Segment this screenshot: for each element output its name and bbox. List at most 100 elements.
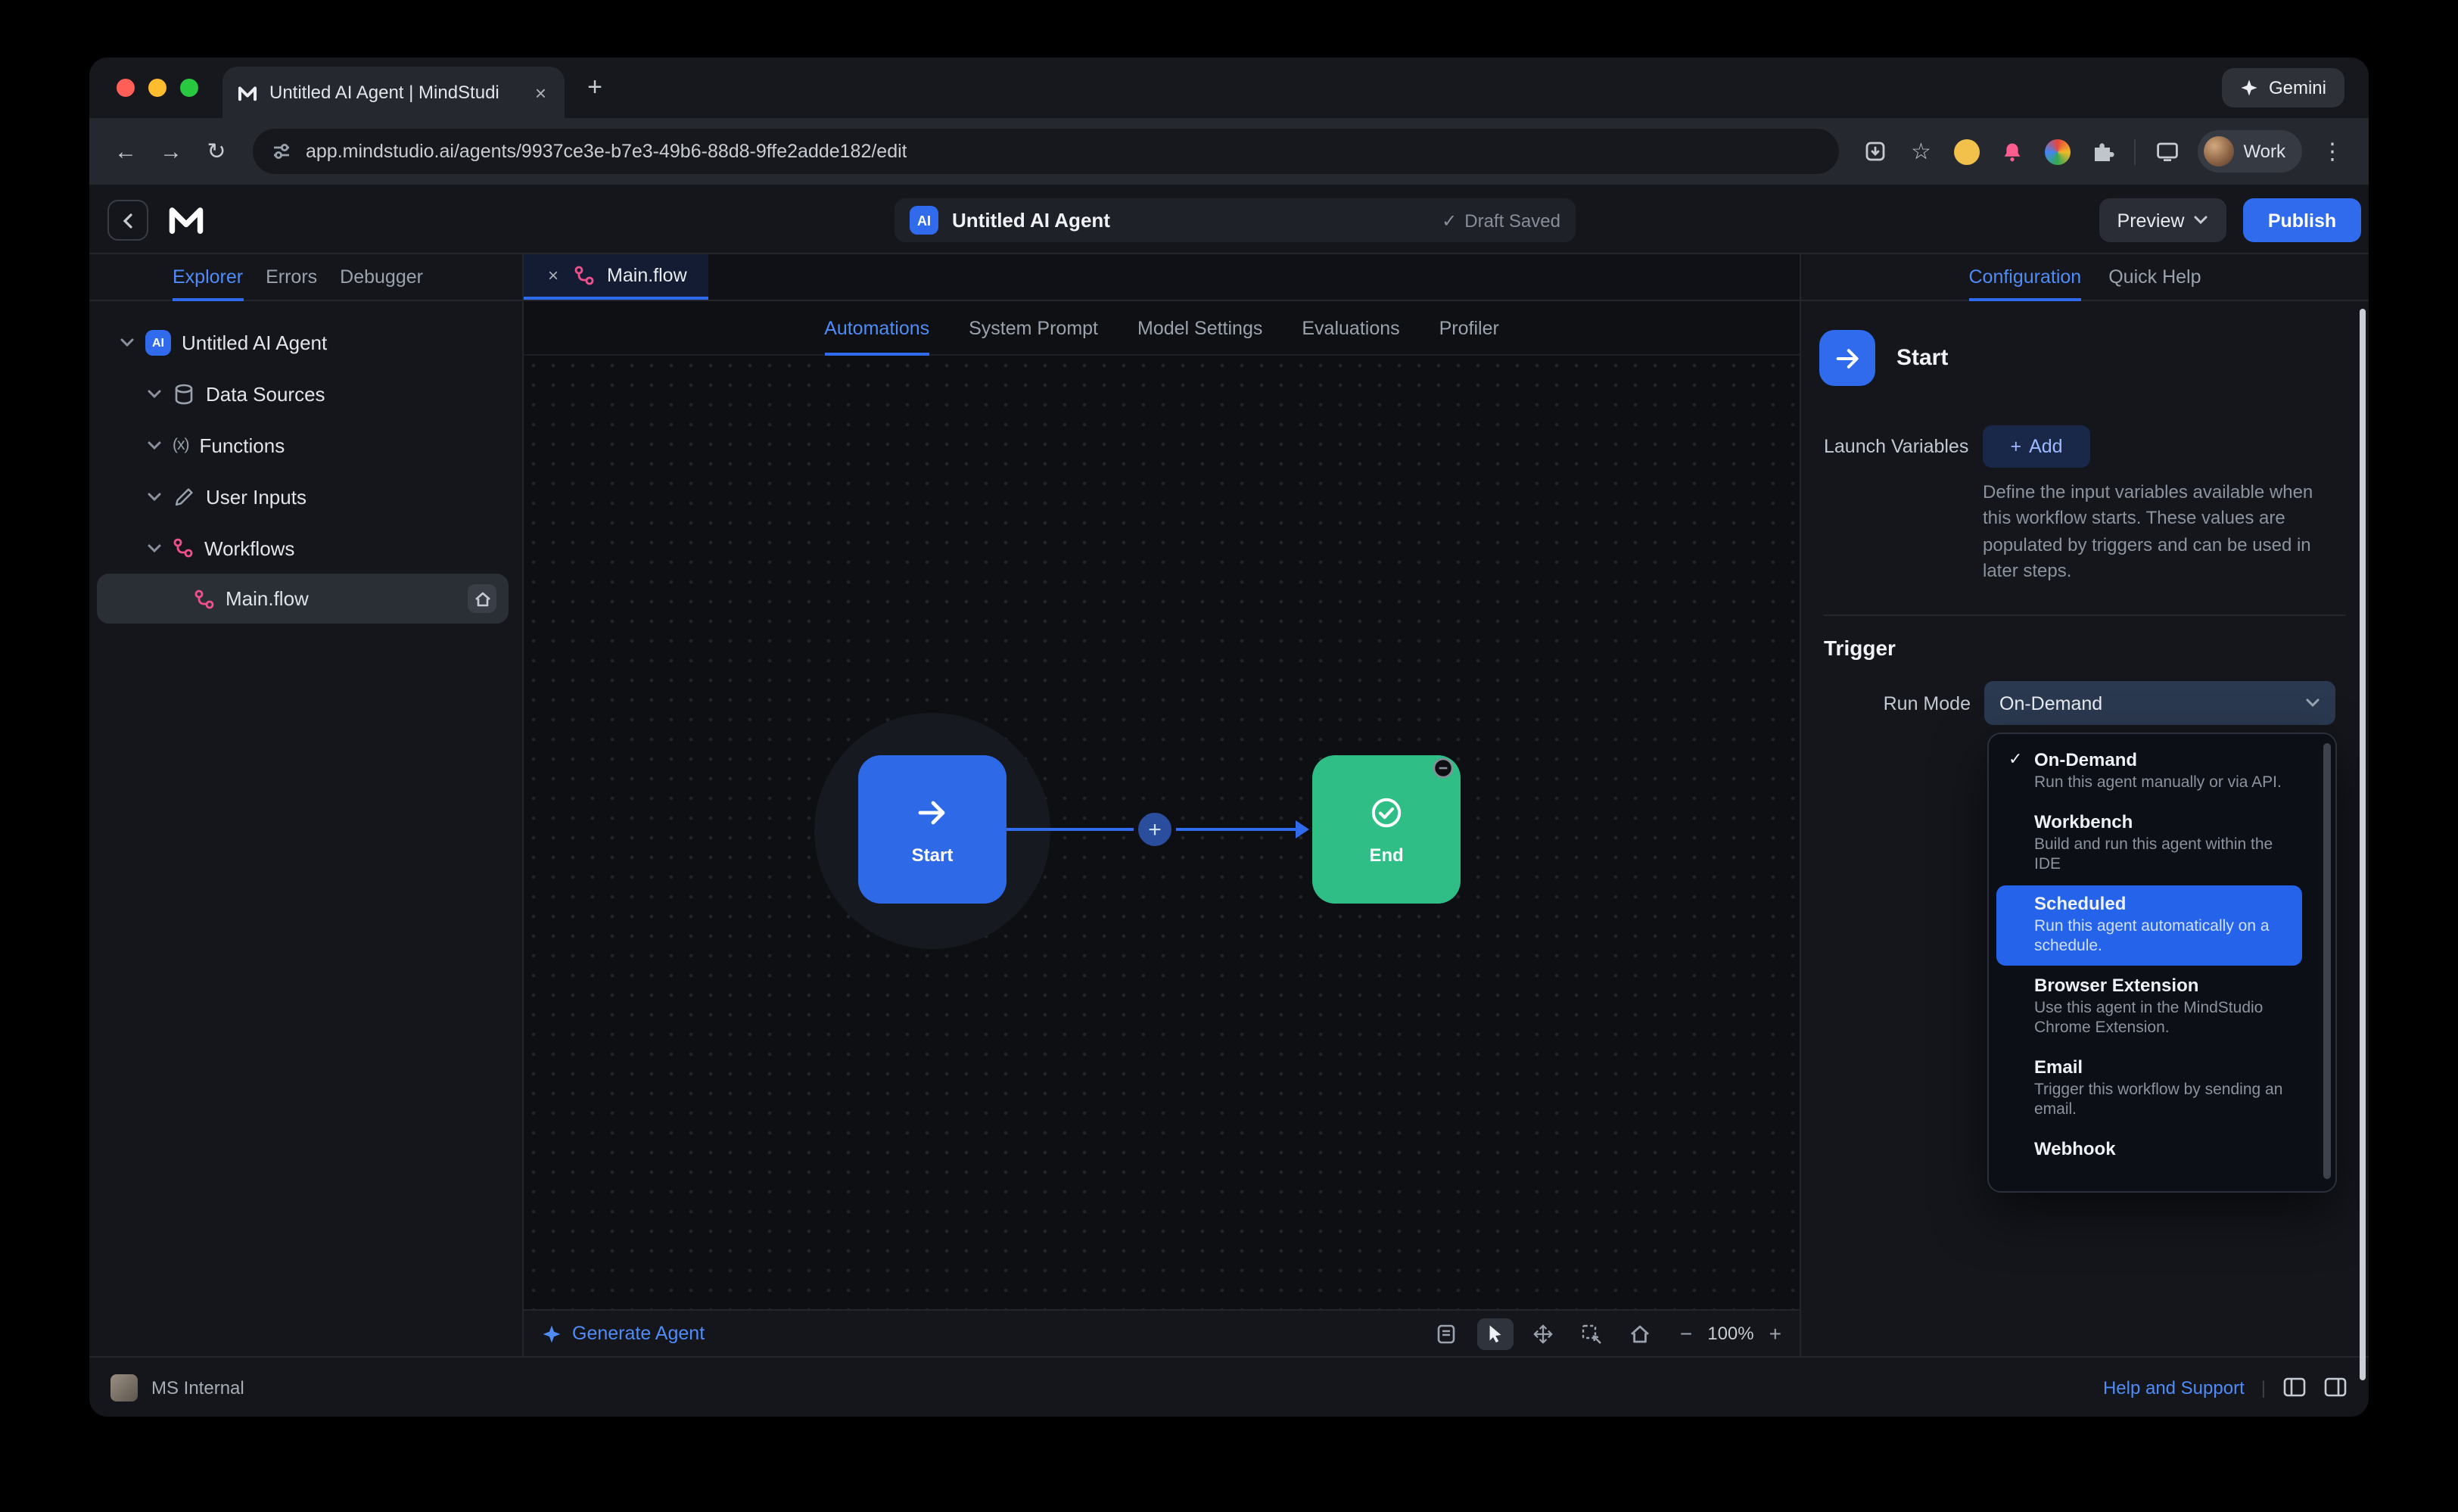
arrow-right-icon	[914, 794, 951, 830]
home-badge[interactable]	[468, 584, 496, 613]
menu-item-description: Build and run this agent within the IDE	[2034, 835, 2293, 875]
tab-automations[interactable]: Automations	[824, 301, 929, 356]
panel-scrollbar[interactable]	[2360, 309, 2366, 1380]
zoom-out-button[interactable]: −	[1680, 1321, 1692, 1346]
publish-button[interactable]: Publish	[2243, 198, 2361, 242]
tree-item-data-sources[interactable]: Data Sources	[89, 368, 522, 419]
tab-errors[interactable]: Errors	[266, 254, 317, 301]
add-step-button[interactable]: +	[1134, 808, 1176, 851]
database-icon	[173, 382, 195, 405]
add-variable-button[interactable]: + Add	[1983, 425, 2090, 468]
toolbar-divider	[2134, 138, 2136, 164]
run-mode-dropdown: ✓ On-Demand Run this agent manually or v…	[1987, 733, 2337, 1193]
app-header: AI Untitled AI Agent ✓ Draft Saved Previ…	[89, 185, 2369, 254]
bookmark-star-icon[interactable]: ☆	[1900, 130, 1942, 173]
tree-item-functions[interactable]: (x) Functions	[89, 419, 522, 471]
workspace-label[interactable]: MS Internal	[151, 1377, 244, 1398]
window-controls	[89, 79, 222, 97]
check-icon: ✓	[2008, 749, 2034, 793]
dropdown-scrollbar[interactable]	[2323, 743, 2331, 1179]
zoom-window-button[interactable]	[180, 79, 198, 97]
screen: Untitled AI Agent | MindStudi × + Gemini…	[0, 0, 2458, 1512]
help-and-support-link[interactable]: Help and Support	[2103, 1377, 2245, 1398]
close-file-icon[interactable]: ×	[545, 265, 562, 286]
menu-item-workbench[interactable]: Workbench Build and run this agent withi…	[1996, 804, 2302, 884]
pencil-icon	[173, 485, 195, 508]
chevron-down-icon	[2305, 698, 2320, 708]
divider	[1824, 614, 2346, 616]
gemini-button[interactable]: Gemini	[2222, 68, 2344, 107]
tab-explorer[interactable]: Explorer	[173, 254, 243, 301]
collapse-node-badge[interactable]	[1432, 757, 1455, 779]
menu-item-webhook[interactable]: Webhook	[1996, 1131, 2302, 1168]
tree-item-main-flow[interactable]: Main.flow	[97, 574, 509, 624]
app-back-button[interactable]	[107, 200, 148, 241]
menu-item-email[interactable]: Email Trigger this workflow by sending a…	[1996, 1049, 2302, 1129]
close-window-button[interactable]	[117, 79, 135, 97]
extensions-puzzle-icon[interactable]	[2081, 130, 2124, 173]
tab-configuration[interactable]: Configuration	[1969, 254, 2082, 301]
tab-profiler[interactable]: Profiler	[1439, 301, 1499, 356]
file-tab-label: Main.flow	[607, 265, 687, 286]
tab-quick-help[interactable]: Quick Help	[2108, 254, 2201, 301]
generate-agent-button[interactable]: Generate Agent	[542, 1323, 705, 1344]
run-mode-row: Run Mode On-Demand	[1801, 681, 2335, 725]
zoom-in-button[interactable]: +	[1769, 1321, 1781, 1346]
extension-icon-bell[interactable]	[1990, 130, 2033, 173]
profile-label: Work	[2243, 141, 2285, 162]
arrow-right-icon	[1832, 343, 1862, 373]
tab-evaluations[interactable]: Evaluations	[1302, 301, 1399, 356]
forward-icon[interactable]: →	[150, 130, 192, 173]
extension-icon-yellow[interactable]	[1945, 130, 1987, 173]
start-node-label: Start	[912, 844, 954, 865]
start-node[interactable]: Start	[858, 755, 1007, 904]
select-tool-icon[interactable]	[1477, 1318, 1514, 1349]
panel-tabs: Configuration Quick Help	[1801, 254, 2369, 301]
check-spacer	[2008, 811, 2034, 875]
browser-menu-icon[interactable]: ⋮	[2311, 130, 2354, 173]
canvas-footer: Generate Agent	[524, 1309, 1800, 1356]
browser-profile-chip[interactable]: Work	[2198, 130, 2302, 173]
tab-share-icon[interactable]	[2146, 130, 2189, 173]
preview-button[interactable]: Preview	[2099, 198, 2226, 242]
menu-item-title: Scheduled	[2034, 893, 2293, 914]
browser-toolbar: ← → ↻ app.mindstudio.ai/agents/9937ce3e-…	[89, 118, 2369, 185]
agent-title-bar[interactable]: AI Untitled AI Agent ✓ Draft Saved	[895, 198, 1576, 242]
menu-item-scheduled[interactable]: Scheduled Run this agent automatically o…	[1996, 885, 2302, 966]
minimize-window-button[interactable]	[148, 79, 166, 97]
tree-item-user-inputs[interactable]: User Inputs	[89, 471, 522, 522]
workspace-avatar	[110, 1374, 138, 1401]
tab-system-prompt[interactable]: System Prompt	[969, 301, 1098, 356]
address-bar[interactable]: app.mindstudio.ai/agents/9937ce3e-b7e3-4…	[253, 129, 1839, 174]
reload-icon[interactable]: ↻	[195, 130, 238, 173]
canvas-tabs: Automations System Prompt Model Settings…	[524, 301, 1800, 356]
fit-home-icon[interactable]	[1623, 1318, 1659, 1349]
menu-item-title: Workbench	[2034, 811, 2293, 832]
toggle-left-panel-icon[interactable]	[2282, 1376, 2307, 1398]
minus-circle-icon	[1432, 757, 1455, 779]
tree-item-workflows[interactable]: Workflows	[89, 522, 522, 574]
extension-icon-color[interactable]	[2036, 130, 2078, 173]
menu-item-on-demand[interactable]: ✓ On-Demand Run this agent manually or v…	[1996, 742, 2302, 802]
new-tab-button[interactable]: +	[574, 67, 616, 109]
file-tab-main-flow[interactable]: × Main.flow	[524, 254, 708, 300]
comment-tool-icon[interactable]	[1429, 1318, 1465, 1349]
browser-tab[interactable]: Untitled AI Agent | MindStudi ×	[222, 67, 565, 118]
toggle-right-panel-icon[interactable]	[2323, 1376, 2348, 1398]
chevron-down-icon	[2193, 215, 2208, 226]
marquee-tool-icon[interactable]	[1574, 1318, 1610, 1349]
run-mode-select[interactable]: On-Demand	[1984, 681, 2335, 725]
tree-item-agent[interactable]: AI Untitled AI Agent	[89, 316, 522, 368]
check-spacer	[2008, 1056, 2034, 1120]
back-icon[interactable]: ←	[104, 130, 147, 173]
edge-arrowhead	[1296, 820, 1309, 838]
gemini-label: Gemini	[2269, 77, 2326, 98]
move-tool-icon[interactable]	[1526, 1318, 1562, 1349]
workflow-canvas[interactable]: Start + End	[524, 356, 1800, 1309]
save-icon[interactable]	[1854, 130, 1896, 173]
tab-close-icon[interactable]: ×	[532, 81, 549, 104]
tree-label: Main.flow	[226, 587, 309, 610]
menu-item-browser-extension[interactable]: Browser Extension Use this agent in the …	[1996, 967, 2302, 1047]
tab-debugger[interactable]: Debugger	[340, 254, 423, 301]
tab-model-settings[interactable]: Model Settings	[1137, 301, 1262, 356]
